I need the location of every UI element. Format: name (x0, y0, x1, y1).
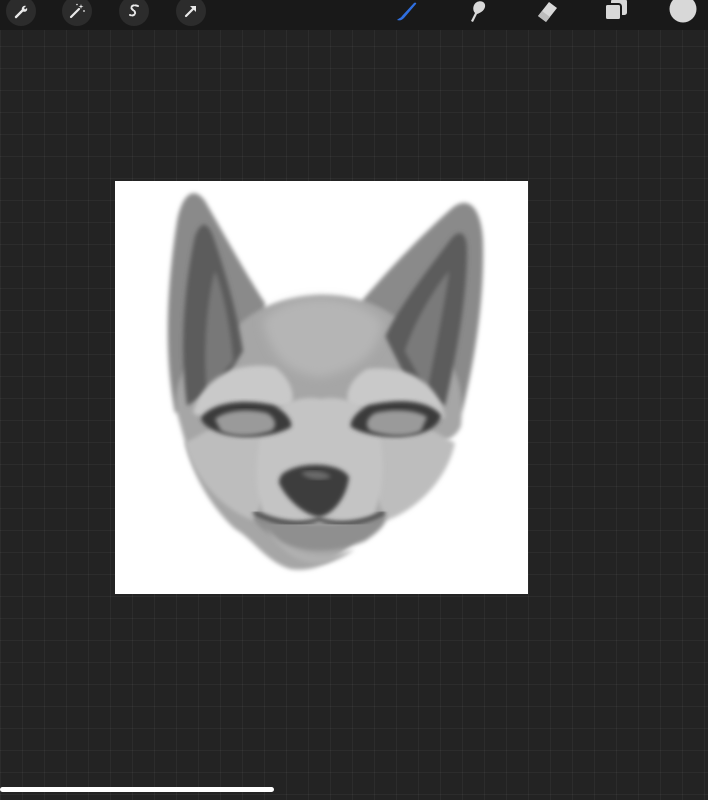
layers-icon (601, 0, 629, 28)
magic-wand-icon (68, 2, 86, 20)
procreate-app (0, 0, 708, 800)
color-button[interactable] (668, 0, 698, 26)
selection-button[interactable] (119, 0, 149, 26)
smudge-button[interactable] (462, 0, 492, 26)
fox-head-artwork (167, 193, 484, 570)
transform-button[interactable] (176, 0, 206, 26)
actions-button[interactable] (6, 0, 36, 26)
brush-icon (393, 0, 421, 28)
top-toolbar (0, 0, 708, 30)
eraser-button[interactable] (532, 0, 562, 26)
drawing-canvas[interactable] (115, 181, 528, 594)
selection-s-icon (125, 2, 143, 20)
color-swatch-icon (668, 0, 698, 28)
layers-button[interactable] (600, 0, 630, 26)
wrench-icon (12, 2, 30, 20)
eraser-icon (533, 0, 561, 28)
home-indicator[interactable] (0, 787, 274, 792)
brush-button[interactable] (392, 0, 422, 26)
arrow-cursor-icon (182, 2, 200, 20)
adjustments-button[interactable] (62, 0, 92, 26)
smudge-icon (463, 0, 491, 28)
